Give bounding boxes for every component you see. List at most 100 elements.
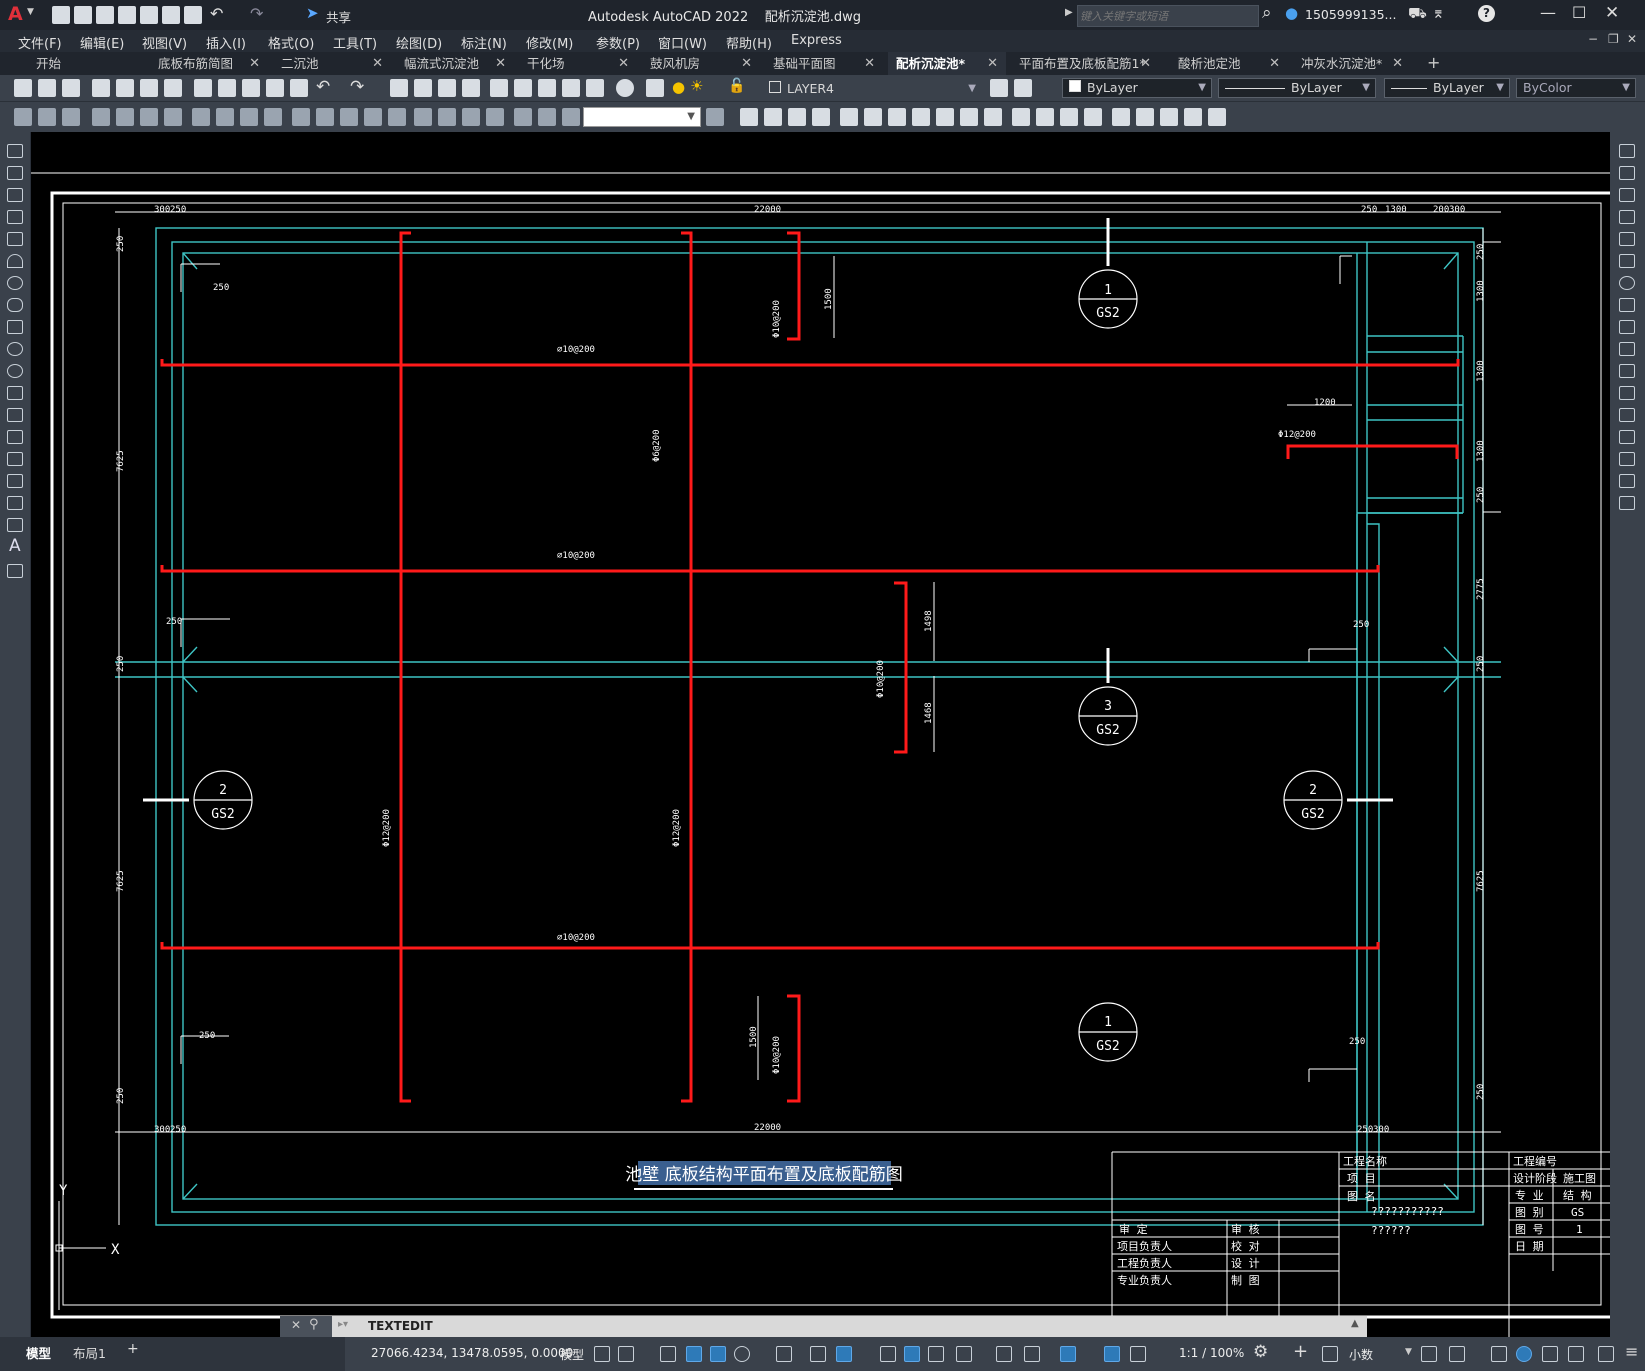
lock-ui-icon[interactable] — [1449, 1346, 1465, 1362]
dim-update-icon[interactable] — [562, 108, 580, 126]
maximize-icon[interactable]: ☐ — [1572, 3, 1586, 22]
layout-tab-model[interactable]: 模型 — [26, 1343, 51, 1362]
new-tab-icon[interactable]: + — [1427, 53, 1440, 72]
layout-tab-1[interactable]: 布局1 — [73, 1343, 106, 1362]
rectangle-icon[interactable] — [7, 232, 23, 246]
match-properties-icon[interactable] — [266, 79, 284, 97]
tab-doc[interactable]: 鼓风机房 ✕ — [642, 52, 760, 75]
angular-dim-icon[interactable] — [264, 108, 282, 126]
dim-text-edit-icon[interactable] — [538, 108, 556, 126]
quick-properties-icon[interactable] — [1421, 1346, 1437, 1362]
command-expand-icon[interactable]: ▲ — [1351, 1318, 1359, 1329]
command-line[interactable]: ✕ ⚲ ▸▾ TEXTEDIT ▲ — [280, 1316, 1367, 1338]
tab-close-icon[interactable]: ✕ — [987, 52, 998, 75]
dim-style-dropdown[interactable]: ▼ — [583, 107, 701, 127]
workspace-gear-icon[interactable]: ⚙ — [1253, 1342, 1268, 1362]
menu-tools[interactable]: 工具(T) — [333, 33, 377, 52]
mirror-icon[interactable] — [1619, 188, 1635, 202]
search-expand-icon[interactable]: ▶ — [1065, 7, 1073, 18]
tab-close-icon[interactable]: ✕ — [864, 52, 875, 75]
blend-icon[interactable] — [1136, 108, 1154, 126]
isodraft-icon[interactable] — [776, 1346, 792, 1362]
coordinates-readout[interactable]: 27066.4234, 13478.0595, 0.0000 — [371, 1346, 573, 1360]
layer-state-icon[interactable] — [62, 108, 80, 126]
dynamic-input-icon[interactable] — [686, 1346, 702, 1362]
sheet-icon[interactable] — [38, 108, 56, 126]
tab-doc[interactable]: 平面布置及底板配筋1* ✕ — [1011, 52, 1159, 75]
tab-close-icon[interactable]: ✕ — [249, 52, 260, 75]
region-icon[interactable] — [7, 496, 23, 510]
user-account[interactable]: 1505999135... — [1305, 7, 1396, 22]
move-icon[interactable] — [864, 108, 882, 126]
copy-object-icon[interactable] — [764, 108, 782, 126]
break-at-point-icon[interactable] — [1619, 386, 1635, 400]
open-web-icon[interactable] — [140, 6, 158, 24]
break-icon[interactable] — [1619, 408, 1635, 422]
blend-curves-icon[interactable] — [1619, 496, 1635, 510]
save-as-icon[interactable] — [118, 6, 136, 24]
save-icon[interactable] — [96, 6, 114, 24]
edit-hatch-icon[interactable] — [1208, 108, 1226, 126]
ellipse-arc-icon[interactable] — [7, 364, 23, 378]
tab-doc[interactable]: 二沉池 ✕ — [273, 52, 391, 75]
zoom-window-icon[interactable] — [438, 79, 456, 97]
model-space-button[interactable]: 模型 — [560, 1346, 584, 1363]
tab-doc[interactable]: 冲灰水沉淀池* ✕ — [1293, 52, 1411, 75]
mirror-icon[interactable] — [788, 108, 806, 126]
color-dropdown[interactable]: ByLayer ▼ — [1062, 78, 1212, 98]
polygon-icon[interactable] — [7, 210, 23, 224]
object-snap-tracking-icon[interactable] — [810, 1346, 826, 1362]
app-menu-chevron-icon[interactable]: ▼ — [27, 7, 34, 17]
ordinate-dim-icon[interactable] — [164, 108, 182, 126]
3d-print-icon[interactable] — [164, 79, 182, 97]
linetype-dropdown[interactable]: ByLayer ▼ — [1218, 78, 1376, 98]
tab-close-icon[interactable]: ✕ — [741, 52, 752, 75]
customize-menu-icon[interactable]: ≡ — [1625, 1342, 1638, 1361]
command-close-icon[interactable]: ✕ — [291, 1318, 301, 1332]
array-icon[interactable] — [840, 108, 858, 126]
drawing-canvas[interactable]: 22000 22000 300 250 250 1300 200 300 300… — [31, 132, 1610, 1337]
menu-dimension[interactable]: 标注(N) — [461, 33, 507, 52]
plot-preview-icon[interactable] — [116, 79, 134, 97]
lineweight-icon[interactable] — [880, 1346, 896, 1362]
command-history-icon[interactable]: ▸▾ — [338, 1319, 348, 1330]
zoom-previous-icon[interactable] — [462, 79, 480, 97]
tab-close-icon[interactable]: ✕ — [618, 52, 629, 75]
diameter-dim-icon[interactable] — [240, 108, 258, 126]
menu-help[interactable]: 帮助(H) — [726, 33, 772, 52]
tab-close-icon[interactable]: ✕ — [1140, 52, 1151, 75]
edit-polyline-icon[interactable] — [1160, 108, 1178, 126]
scale-icon[interactable] — [912, 108, 930, 126]
workspace-icon[interactable] — [14, 108, 32, 126]
auto-scale-icon[interactable] — [1130, 1346, 1146, 1362]
search-icon[interactable]: ⌕ — [1262, 3, 1272, 23]
new-icon[interactable] — [14, 79, 32, 97]
3d-osnap-icon[interactable] — [956, 1346, 972, 1362]
undo-icon[interactable]: ↶ — [210, 4, 223, 23]
object-snap-icon[interactable] — [836, 1346, 852, 1362]
markup-icon[interactable] — [586, 79, 604, 97]
hardware-acceleration-icon[interactable] — [1516, 1346, 1532, 1362]
add-layout-icon[interactable]: + — [127, 1341, 139, 1357]
pan-icon[interactable] — [390, 79, 408, 97]
redo-icon[interactable]: ↷ — [350, 77, 364, 97]
layer-lock-icon[interactable]: 🔓 — [728, 78, 745, 94]
menu-insert[interactable]: 插入(I) — [206, 33, 246, 52]
add-selected-icon[interactable] — [7, 564, 23, 578]
doc-close-icon[interactable]: ✕ — [1627, 32, 1637, 46]
stretch-icon[interactable] — [1619, 320, 1635, 334]
spline-icon[interactable] — [7, 320, 23, 334]
redo-icon[interactable]: ↷ — [250, 4, 263, 23]
design-center-icon[interactable] — [514, 79, 532, 97]
cart-icon[interactable]: ⛟ — [1408, 4, 1427, 24]
extend-icon[interactable] — [1619, 364, 1635, 378]
offset-icon[interactable] — [812, 108, 830, 126]
units-value[interactable]: 小数 — [1349, 1346, 1373, 1363]
polyline-icon[interactable] — [7, 188, 23, 202]
graphics-performance-icon[interactable] — [1568, 1346, 1584, 1362]
close-icon[interactable]: ✕ — [1605, 3, 1619, 23]
command-text[interactable]: TEXTEDIT — [368, 1319, 433, 1333]
baseline-dim-icon[interactable] — [316, 108, 334, 126]
construction-line-icon[interactable] — [7, 166, 23, 180]
units-chevron-icon[interactable]: ▼ — [1405, 1347, 1412, 1357]
